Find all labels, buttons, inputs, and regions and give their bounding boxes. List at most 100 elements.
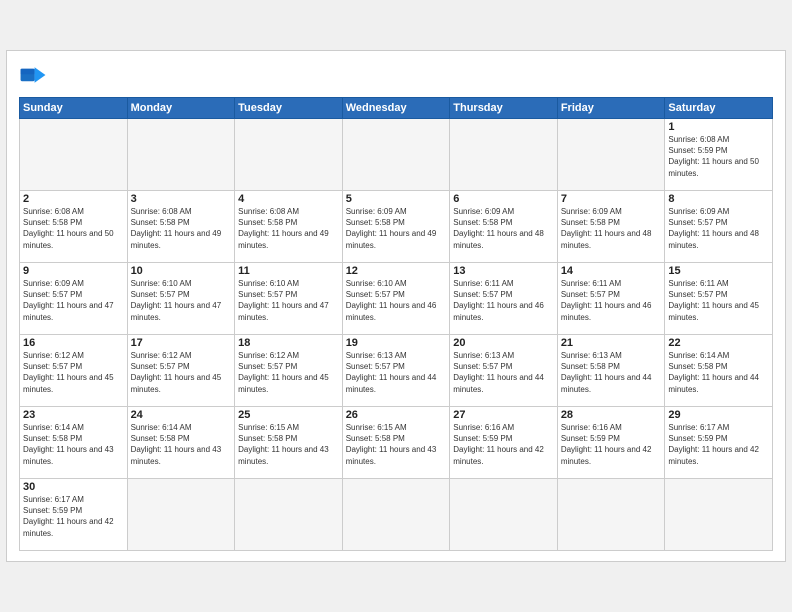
- day-number: 15: [668, 265, 769, 277]
- day-number: 1: [668, 121, 769, 133]
- day-number: 7: [561, 193, 662, 205]
- day-sun-info: Sunrise: 6:11 AMSunset: 5:57 PMDaylight:…: [561, 278, 662, 323]
- day-number: 12: [346, 265, 447, 277]
- weekday-header: Monday: [127, 98, 235, 119]
- calendar-week-row: 2Sunrise: 6:08 AMSunset: 5:58 PMDaylight…: [20, 191, 773, 263]
- day-sun-info: Sunrise: 6:16 AMSunset: 5:59 PMDaylight:…: [561, 422, 662, 467]
- calendar-day-cell: [235, 479, 343, 551]
- day-number: 27: [453, 409, 554, 421]
- calendar-day-cell: 6Sunrise: 6:09 AMSunset: 5:58 PMDaylight…: [450, 191, 558, 263]
- calendar-day-cell: 24Sunrise: 6:14 AMSunset: 5:58 PMDayligh…: [127, 407, 235, 479]
- day-sun-info: Sunrise: 6:10 AMSunset: 5:57 PMDaylight:…: [131, 278, 232, 323]
- day-sun-info: Sunrise: 6:12 AMSunset: 5:57 PMDaylight:…: [238, 350, 339, 395]
- calendar-day-cell: 20Sunrise: 6:13 AMSunset: 5:57 PMDayligh…: [450, 335, 558, 407]
- calendar-day-cell: 26Sunrise: 6:15 AMSunset: 5:58 PMDayligh…: [342, 407, 450, 479]
- day-number: 6: [453, 193, 554, 205]
- day-sun-info: Sunrise: 6:08 AMSunset: 5:59 PMDaylight:…: [668, 134, 769, 179]
- weekday-header: Sunday: [20, 98, 128, 119]
- day-sun-info: Sunrise: 6:15 AMSunset: 5:58 PMDaylight:…: [346, 422, 447, 467]
- calendar-day-cell: [20, 119, 128, 191]
- day-number: 25: [238, 409, 339, 421]
- calendar-table: SundayMondayTuesdayWednesdayThursdayFrid…: [19, 97, 773, 551]
- calendar-day-cell: 27Sunrise: 6:16 AMSunset: 5:59 PMDayligh…: [450, 407, 558, 479]
- logo-icon: [19, 61, 47, 89]
- day-number: 4: [238, 193, 339, 205]
- day-number: 29: [668, 409, 769, 421]
- day-sun-info: Sunrise: 6:10 AMSunset: 5:57 PMDaylight:…: [346, 278, 447, 323]
- day-sun-info: Sunrise: 6:09 AMSunset: 5:57 PMDaylight:…: [23, 278, 124, 323]
- calendar-day-cell: 3Sunrise: 6:08 AMSunset: 5:58 PMDaylight…: [127, 191, 235, 263]
- calendar-day-cell: 21Sunrise: 6:13 AMSunset: 5:58 PMDayligh…: [557, 335, 665, 407]
- calendar-day-cell: [235, 119, 343, 191]
- weekday-header: Saturday: [665, 98, 773, 119]
- day-sun-info: Sunrise: 6:08 AMSunset: 5:58 PMDaylight:…: [23, 206, 124, 251]
- calendar-day-cell: 19Sunrise: 6:13 AMSunset: 5:57 PMDayligh…: [342, 335, 450, 407]
- day-sun-info: Sunrise: 6:12 AMSunset: 5:57 PMDaylight:…: [23, 350, 124, 395]
- day-sun-info: Sunrise: 6:14 AMSunset: 5:58 PMDaylight:…: [668, 350, 769, 395]
- calendar-day-cell: [450, 479, 558, 551]
- calendar-day-cell: 13Sunrise: 6:11 AMSunset: 5:57 PMDayligh…: [450, 263, 558, 335]
- day-sun-info: Sunrise: 6:16 AMSunset: 5:59 PMDaylight:…: [453, 422, 554, 467]
- day-sun-info: Sunrise: 6:08 AMSunset: 5:58 PMDaylight:…: [131, 206, 232, 251]
- day-sun-info: Sunrise: 6:08 AMSunset: 5:58 PMDaylight:…: [238, 206, 339, 251]
- day-number: 10: [131, 265, 232, 277]
- weekday-header: Friday: [557, 98, 665, 119]
- logo: [19, 61, 51, 89]
- calendar-day-cell: 8Sunrise: 6:09 AMSunset: 5:57 PMDaylight…: [665, 191, 773, 263]
- calendar-day-cell: [557, 479, 665, 551]
- calendar-day-cell: 11Sunrise: 6:10 AMSunset: 5:57 PMDayligh…: [235, 263, 343, 335]
- calendar-day-cell: 16Sunrise: 6:12 AMSunset: 5:57 PMDayligh…: [20, 335, 128, 407]
- day-number: 19: [346, 337, 447, 349]
- calendar-week-row: 9Sunrise: 6:09 AMSunset: 5:57 PMDaylight…: [20, 263, 773, 335]
- day-sun-info: Sunrise: 6:11 AMSunset: 5:57 PMDaylight:…: [453, 278, 554, 323]
- day-number: 8: [668, 193, 769, 205]
- day-number: 18: [238, 337, 339, 349]
- day-number: 9: [23, 265, 124, 277]
- calendar-day-cell: 22Sunrise: 6:14 AMSunset: 5:58 PMDayligh…: [665, 335, 773, 407]
- calendar-day-cell: 12Sunrise: 6:10 AMSunset: 5:57 PMDayligh…: [342, 263, 450, 335]
- calendar-day-cell: 2Sunrise: 6:08 AMSunset: 5:58 PMDaylight…: [20, 191, 128, 263]
- calendar-day-cell: [557, 119, 665, 191]
- day-sun-info: Sunrise: 6:09 AMSunset: 5:58 PMDaylight:…: [346, 206, 447, 251]
- day-sun-info: Sunrise: 6:13 AMSunset: 5:57 PMDaylight:…: [453, 350, 554, 395]
- day-number: 5: [346, 193, 447, 205]
- calendar-day-cell: 29Sunrise: 6:17 AMSunset: 5:59 PMDayligh…: [665, 407, 773, 479]
- weekday-row: SundayMondayTuesdayWednesdayThursdayFrid…: [20, 98, 773, 119]
- calendar-day-cell: 17Sunrise: 6:12 AMSunset: 5:57 PMDayligh…: [127, 335, 235, 407]
- header: [19, 61, 773, 89]
- day-sun-info: Sunrise: 6:13 AMSunset: 5:58 PMDaylight:…: [561, 350, 662, 395]
- calendar-week-row: 1Sunrise: 6:08 AMSunset: 5:59 PMDaylight…: [20, 119, 773, 191]
- weekday-header: Thursday: [450, 98, 558, 119]
- calendar-day-cell: 15Sunrise: 6:11 AMSunset: 5:57 PMDayligh…: [665, 263, 773, 335]
- day-number: 24: [131, 409, 232, 421]
- day-number: 14: [561, 265, 662, 277]
- calendar-day-cell: 10Sunrise: 6:10 AMSunset: 5:57 PMDayligh…: [127, 263, 235, 335]
- weekday-header: Wednesday: [342, 98, 450, 119]
- day-sun-info: Sunrise: 6:09 AMSunset: 5:57 PMDaylight:…: [668, 206, 769, 251]
- day-sun-info: Sunrise: 6:13 AMSunset: 5:57 PMDaylight:…: [346, 350, 447, 395]
- calendar-day-cell: 1Sunrise: 6:08 AMSunset: 5:59 PMDaylight…: [665, 119, 773, 191]
- day-number: 17: [131, 337, 232, 349]
- day-sun-info: Sunrise: 6:10 AMSunset: 5:57 PMDaylight:…: [238, 278, 339, 323]
- calendar-day-cell: [665, 479, 773, 551]
- weekday-header: Tuesday: [235, 98, 343, 119]
- calendar-week-row: 23Sunrise: 6:14 AMSunset: 5:58 PMDayligh…: [20, 407, 773, 479]
- calendar-day-cell: [342, 119, 450, 191]
- day-sun-info: Sunrise: 6:14 AMSunset: 5:58 PMDaylight:…: [131, 422, 232, 467]
- calendar-day-cell: [450, 119, 558, 191]
- day-sun-info: Sunrise: 6:12 AMSunset: 5:57 PMDaylight:…: [131, 350, 232, 395]
- day-number: 22: [668, 337, 769, 349]
- day-number: 26: [346, 409, 447, 421]
- day-number: 30: [23, 481, 124, 493]
- calendar-day-cell: 23Sunrise: 6:14 AMSunset: 5:58 PMDayligh…: [20, 407, 128, 479]
- calendar-day-cell: 30Sunrise: 6:17 AMSunset: 5:59 PMDayligh…: [20, 479, 128, 551]
- day-sun-info: Sunrise: 6:09 AMSunset: 5:58 PMDaylight:…: [453, 206, 554, 251]
- calendar-day-cell: 28Sunrise: 6:16 AMSunset: 5:59 PMDayligh…: [557, 407, 665, 479]
- calendar-header: SundayMondayTuesdayWednesdayThursdayFrid…: [20, 98, 773, 119]
- calendar-day-cell: 18Sunrise: 6:12 AMSunset: 5:57 PMDayligh…: [235, 335, 343, 407]
- calendar-day-cell: [342, 479, 450, 551]
- calendar-day-cell: 4Sunrise: 6:08 AMSunset: 5:58 PMDaylight…: [235, 191, 343, 263]
- calendar-body: 1Sunrise: 6:08 AMSunset: 5:59 PMDaylight…: [20, 119, 773, 551]
- calendar-day-cell: 5Sunrise: 6:09 AMSunset: 5:58 PMDaylight…: [342, 191, 450, 263]
- calendar-week-row: 16Sunrise: 6:12 AMSunset: 5:57 PMDayligh…: [20, 335, 773, 407]
